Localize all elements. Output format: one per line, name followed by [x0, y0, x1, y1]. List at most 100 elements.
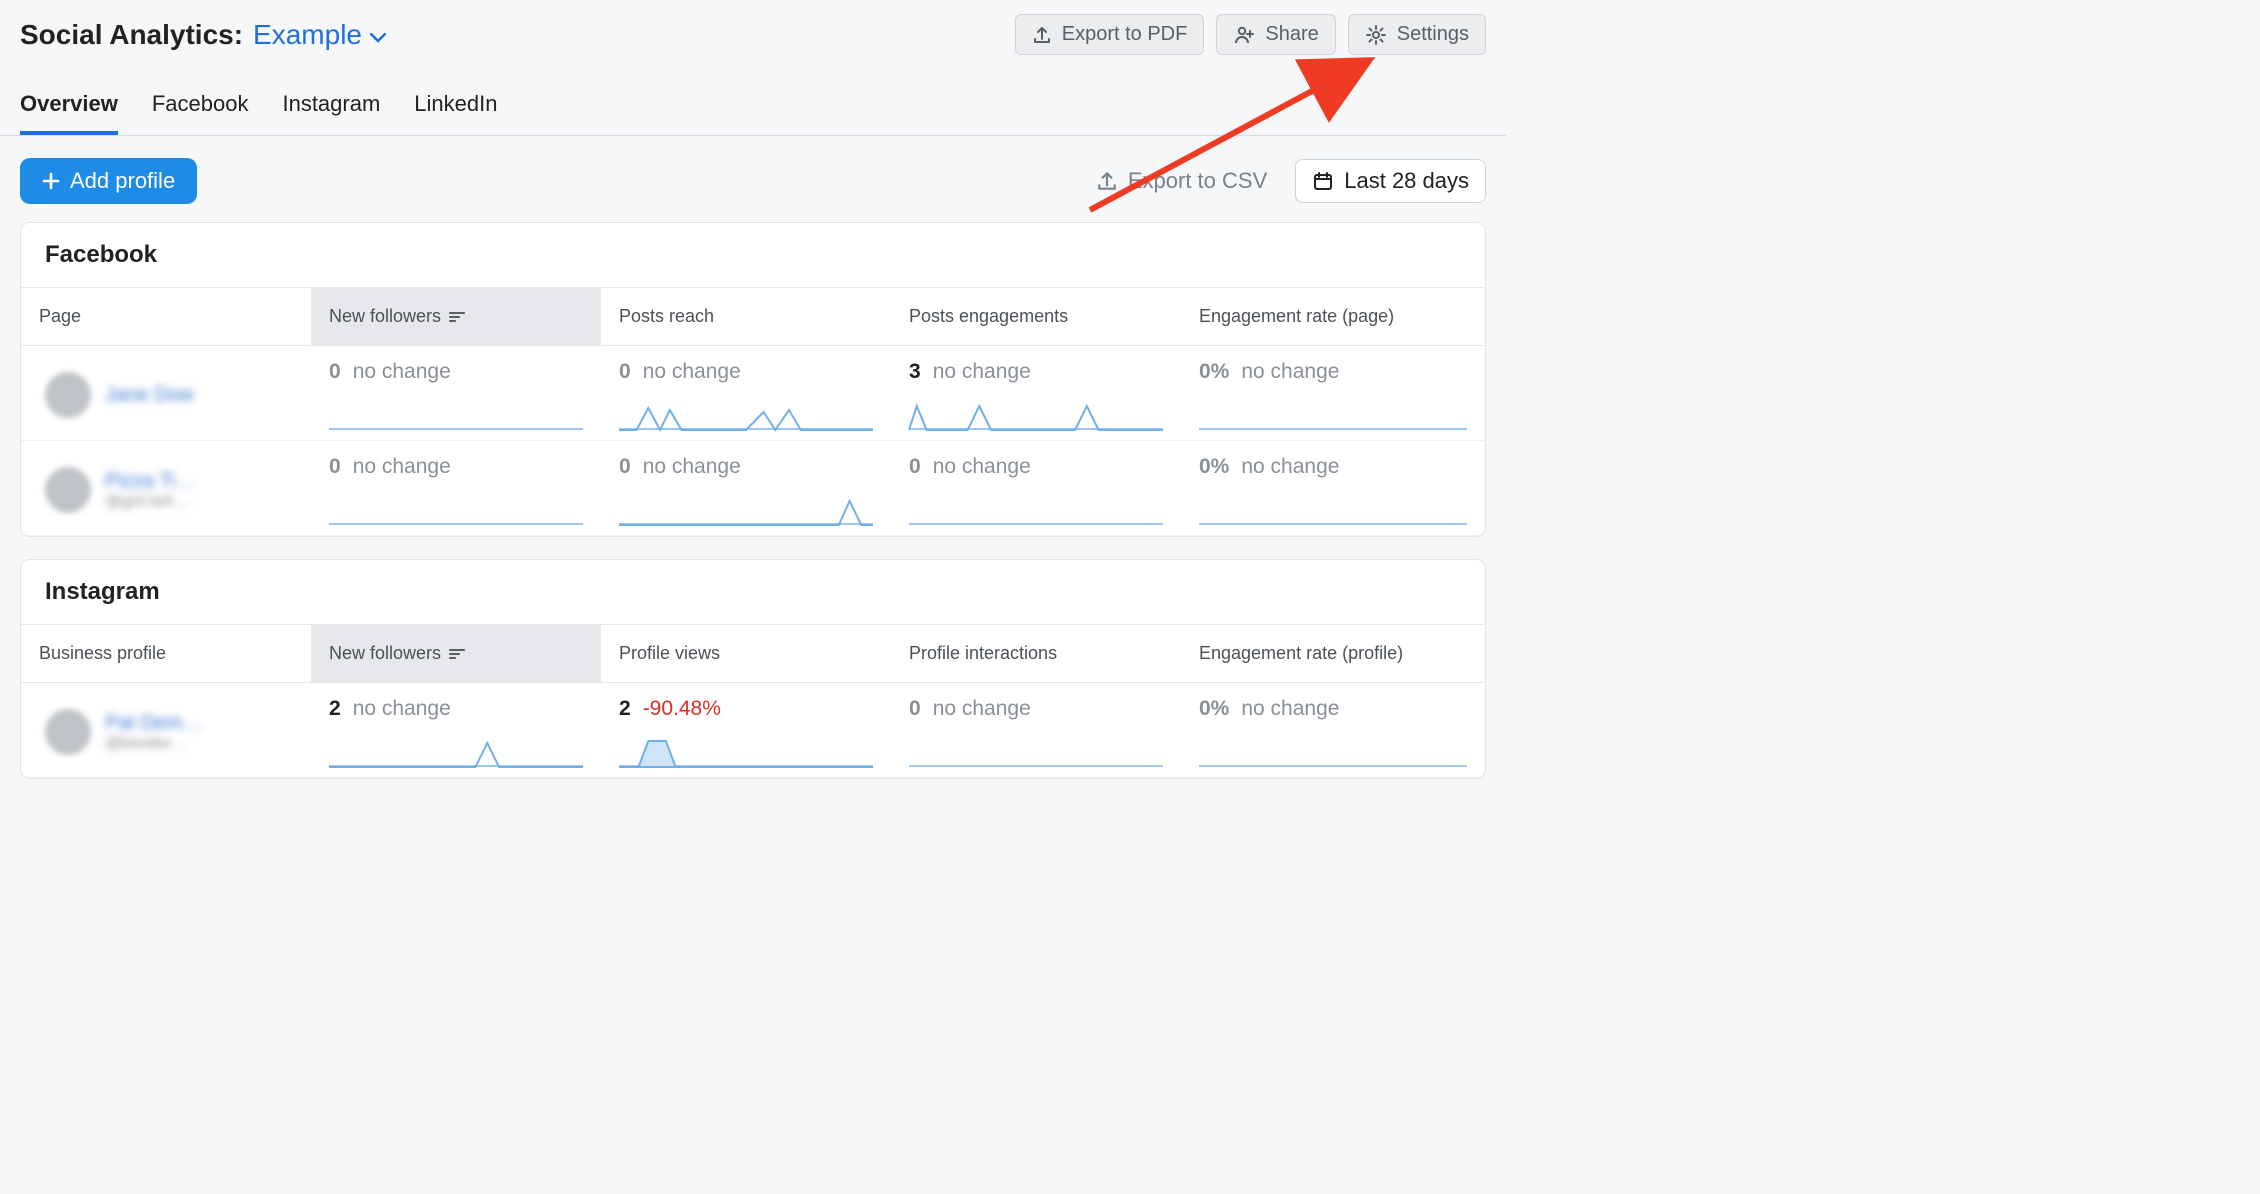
sparkline: [1199, 400, 1467, 430]
sparkline: [909, 737, 1163, 767]
sparkline: [329, 400, 583, 430]
metric-cell: 0% no change: [1181, 683, 1485, 778]
add-profile-label: Add profile: [70, 168, 175, 194]
metric-change: -90.48%: [643, 697, 721, 721]
share-button[interactable]: Share: [1216, 14, 1335, 55]
metric-value: 2: [329, 697, 341, 721]
chevron-down-icon: [370, 33, 386, 43]
share-label: Share: [1265, 23, 1318, 46]
metric-change: no change: [643, 455, 741, 479]
calendar-icon: [1312, 170, 1334, 192]
metric-change: no change: [353, 360, 451, 384]
metric-value: 0: [619, 455, 631, 479]
settings-label: Settings: [1397, 23, 1469, 46]
metric-cell: 0 no change: [891, 683, 1181, 778]
tab-facebook[interactable]: Facebook: [152, 91, 249, 135]
metric-value: 0: [909, 455, 921, 479]
metric-change: no change: [643, 360, 741, 384]
profile-sub: @grd twh…: [105, 493, 195, 511]
col-profile-interactions[interactable]: Profile interactions: [891, 624, 1181, 683]
metric-change: no change: [1241, 455, 1339, 479]
avatar: [45, 372, 91, 418]
table-row[interactable]: Pat Dem… @bonder…: [21, 683, 311, 778]
sparkline: [1199, 495, 1467, 525]
tab-bar: Overview Facebook Instagram LinkedIn: [0, 63, 1506, 136]
export-pdf-button[interactable]: Export to PDF: [1015, 14, 1205, 55]
sparkline: [909, 400, 1163, 430]
gear-icon: [1365, 24, 1387, 46]
instagram-panel: Instagram Business profile New followers…: [20, 559, 1486, 779]
sparkline: [1199, 737, 1467, 767]
table-row[interactable]: Jane Dow: [21, 346, 311, 441]
sparkline: [909, 495, 1163, 525]
col-new-followers[interactable]: New followers: [311, 287, 601, 346]
project-selector[interactable]: Example: [253, 19, 386, 51]
metric-change: no change: [353, 697, 451, 721]
col-ig-new-followers-label: New followers: [329, 643, 441, 664]
metric-change: no change: [1241, 360, 1339, 384]
add-profile-button[interactable]: Add profile: [20, 158, 197, 204]
settings-button[interactable]: Settings: [1348, 14, 1486, 55]
metric-value: 0%: [1199, 360, 1229, 384]
col-ig-engagement-rate[interactable]: Engagement rate (profile): [1181, 624, 1485, 683]
upload-icon: [1032, 25, 1052, 45]
metric-change: no change: [933, 455, 1031, 479]
metric-cell: 0% no change: [1181, 346, 1485, 441]
col-ig-new-followers[interactable]: New followers: [311, 624, 601, 683]
project-name: Example: [253, 19, 362, 51]
metric-value: 0: [329, 360, 341, 384]
profile-name: Pat Dem…: [105, 712, 203, 735]
date-range-button[interactable]: Last 28 days: [1295, 159, 1486, 203]
tab-overview[interactable]: Overview: [20, 91, 118, 135]
add-person-icon: [1233, 25, 1255, 45]
metric-change: no change: [933, 360, 1031, 384]
sort-icon: [449, 311, 465, 323]
metric-value: 0%: [1199, 455, 1229, 479]
metric-cell: 0 no change: [311, 346, 601, 441]
col-posts-engagements[interactable]: Posts engagements: [891, 287, 1181, 346]
col-posts-reach[interactable]: Posts reach: [601, 287, 891, 346]
metric-change: no change: [1241, 697, 1339, 721]
col-profile-views[interactable]: Profile views: [601, 624, 891, 683]
sparkline: [619, 495, 873, 525]
col-page[interactable]: Page: [21, 287, 311, 346]
metric-value: 0: [619, 360, 631, 384]
metric-cell: 2 -90.48%: [601, 683, 891, 778]
col-new-followers-label: New followers: [329, 306, 441, 327]
plus-icon: [42, 172, 60, 190]
metric-value: 0: [329, 455, 341, 479]
export-csv-label: Export to CSV: [1128, 168, 1267, 194]
metric-change: no change: [353, 455, 451, 479]
sparkline: [619, 737, 873, 767]
metric-cell: 0 no change: [601, 346, 891, 441]
avatar: [45, 467, 91, 513]
metric-cell: 0 no change: [891, 441, 1181, 536]
instagram-panel-title: Instagram: [21, 560, 1485, 624]
metric-cell: 0 no change: [311, 441, 601, 536]
sort-icon: [449, 648, 465, 660]
date-range-label: Last 28 days: [1344, 168, 1469, 194]
metric-cell: 0 no change: [601, 441, 891, 536]
metric-cell: 3 no change: [891, 346, 1181, 441]
profile-name: Pizza Ti…: [105, 470, 195, 493]
profile-sub: @bonder…: [105, 735, 203, 753]
export-csv-button[interactable]: Export to CSV: [1096, 168, 1267, 194]
tab-linkedin[interactable]: LinkedIn: [414, 91, 497, 135]
sparkline: [619, 400, 873, 430]
avatar: [45, 709, 91, 755]
col-business-profile[interactable]: Business profile: [21, 624, 311, 683]
tab-instagram[interactable]: Instagram: [282, 91, 380, 135]
facebook-panel-title: Facebook: [21, 223, 1485, 287]
col-engagement-rate[interactable]: Engagement rate (page): [1181, 287, 1485, 346]
metric-value: 2: [619, 697, 631, 721]
facebook-panel: Facebook Page New followers Posts reach …: [20, 222, 1486, 537]
export-pdf-label: Export to PDF: [1062, 23, 1188, 46]
upload-icon: [1096, 170, 1118, 192]
page-title-prefix: Social Analytics:: [20, 19, 243, 51]
metric-value: 0: [909, 697, 921, 721]
sparkline: [329, 737, 583, 767]
table-row[interactable]: Pizza Ti… @grd twh…: [21, 441, 311, 536]
metric-value: 3: [909, 360, 921, 384]
metric-value: 0%: [1199, 697, 1229, 721]
metric-change: no change: [933, 697, 1031, 721]
